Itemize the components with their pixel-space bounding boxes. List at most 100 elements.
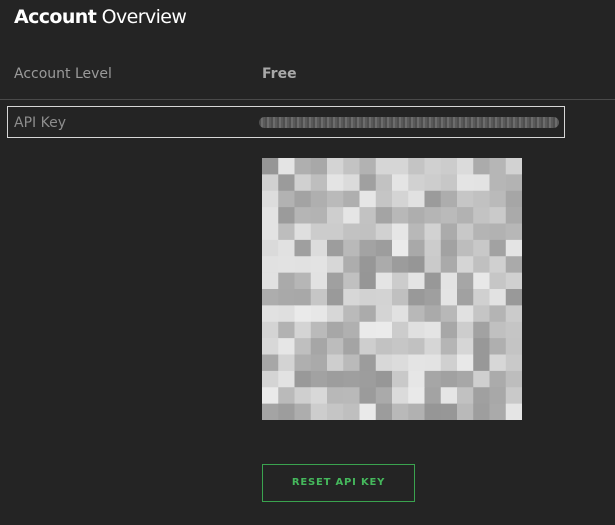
qr-pixel bbox=[343, 190, 360, 208]
qr-pixel bbox=[392, 338, 409, 355]
qr-pixel bbox=[278, 403, 295, 420]
qr-pixel bbox=[424, 190, 442, 208]
qr-pixel bbox=[408, 289, 425, 306]
qr-pixel bbox=[327, 321, 344, 339]
api-key-row[interactable]: API Key •••••••••••••••••••••••••••••••• bbox=[7, 106, 565, 138]
qr-pixel bbox=[294, 239, 312, 257]
qr-pixel bbox=[359, 272, 377, 290]
qr-pixel bbox=[440, 354, 458, 372]
qr-pixel bbox=[375, 174, 393, 192]
qr-pixel bbox=[424, 321, 442, 339]
qr-code-icon bbox=[262, 158, 522, 420]
section-divider bbox=[0, 99, 615, 100]
qr-pixel bbox=[408, 272, 425, 290]
qr-pixel bbox=[262, 321, 279, 339]
qr-pixel bbox=[262, 207, 279, 224]
qr-pixel bbox=[359, 321, 377, 339]
account-level-label: Account Level bbox=[14, 66, 112, 82]
qr-pixel bbox=[359, 256, 377, 274]
qr-pixel bbox=[278, 207, 295, 224]
qr-pixel bbox=[278, 321, 295, 339]
qr-pixel bbox=[294, 256, 312, 274]
qr-pixel bbox=[375, 370, 393, 388]
qr-pixel bbox=[424, 272, 442, 290]
qr-pixel bbox=[473, 321, 490, 339]
qr-pixel bbox=[343, 321, 360, 339]
page-title-light: Overview bbox=[96, 6, 187, 28]
qr-pixel bbox=[262, 403, 279, 420]
qr-pixel bbox=[262, 223, 279, 241]
qr-pixel bbox=[294, 403, 312, 420]
qr-pixel bbox=[505, 305, 522, 323]
qr-pixel bbox=[505, 370, 522, 388]
qr-pixel bbox=[310, 370, 328, 388]
qr-pixel bbox=[473, 174, 490, 192]
qr-pixel bbox=[408, 338, 425, 355]
qr-pixel bbox=[294, 174, 312, 192]
qr-pixel bbox=[489, 256, 507, 274]
qr-pixel bbox=[310, 239, 328, 257]
qr-pixel bbox=[310, 272, 328, 290]
qr-pixel bbox=[408, 387, 425, 405]
qr-pixel bbox=[505, 338, 522, 355]
qr-pixel bbox=[489, 223, 507, 241]
qr-pixel bbox=[262, 289, 279, 306]
qr-pixel bbox=[327, 158, 344, 175]
qr-pixel bbox=[473, 158, 490, 175]
qr-pixel bbox=[359, 387, 377, 405]
qr-pixel bbox=[294, 338, 312, 355]
qr-pixel bbox=[392, 387, 409, 405]
qr-pixel bbox=[359, 158, 377, 175]
qr-pixel bbox=[457, 190, 474, 208]
qr-pixel bbox=[343, 272, 360, 290]
qr-pixel bbox=[262, 387, 279, 405]
qr-pixel bbox=[505, 239, 522, 257]
qr-pixel bbox=[473, 239, 490, 257]
qr-pixel bbox=[327, 370, 344, 388]
qr-pixel bbox=[457, 403, 474, 420]
qr-pixel bbox=[424, 174, 442, 192]
qr-pixel bbox=[278, 174, 295, 192]
qr-pixel bbox=[278, 158, 295, 175]
qr-pixel bbox=[392, 289, 409, 306]
qr-pixel bbox=[310, 387, 328, 405]
qr-pixel bbox=[424, 207, 442, 224]
qr-pixel bbox=[440, 321, 458, 339]
qr-pixel bbox=[343, 256, 360, 274]
qr-pixel bbox=[359, 174, 377, 192]
qr-pixel bbox=[440, 256, 458, 274]
qr-pixel bbox=[473, 289, 490, 306]
qr-pixel bbox=[327, 354, 344, 372]
qr-pixel bbox=[262, 354, 279, 372]
api-key-value[interactable]: •••••••••••••••••••••••••••••••• bbox=[259, 117, 559, 128]
qr-pixel bbox=[327, 174, 344, 192]
qr-pixel bbox=[505, 207, 522, 224]
qr-pixel bbox=[310, 354, 328, 372]
qr-pixel bbox=[489, 305, 507, 323]
qr-pixel bbox=[343, 174, 360, 192]
qr-pixel bbox=[392, 239, 409, 257]
qr-pixel bbox=[473, 223, 490, 241]
qr-pixel bbox=[440, 387, 458, 405]
qr-pixel bbox=[489, 174, 507, 192]
qr-pixel bbox=[294, 158, 312, 175]
qr-pixel bbox=[457, 387, 474, 405]
qr-pixel bbox=[327, 338, 344, 355]
qr-pixel bbox=[408, 321, 425, 339]
qr-pixel bbox=[392, 190, 409, 208]
qr-pixel bbox=[440, 272, 458, 290]
qr-pixel bbox=[262, 305, 279, 323]
qr-pixel bbox=[457, 239, 474, 257]
qr-pixel bbox=[489, 403, 507, 420]
qr-pixel bbox=[424, 223, 442, 241]
qr-pixel bbox=[262, 272, 279, 290]
qr-pixel bbox=[327, 223, 344, 241]
qr-pixel bbox=[424, 403, 442, 420]
qr-pixel bbox=[310, 321, 328, 339]
qr-pixel bbox=[473, 403, 490, 420]
qr-pixel bbox=[327, 207, 344, 224]
qr-pixel bbox=[327, 190, 344, 208]
reset-api-key-button[interactable]: RESET API KEY bbox=[262, 464, 415, 502]
qr-pixel bbox=[424, 289, 442, 306]
qr-pixel bbox=[457, 158, 474, 175]
